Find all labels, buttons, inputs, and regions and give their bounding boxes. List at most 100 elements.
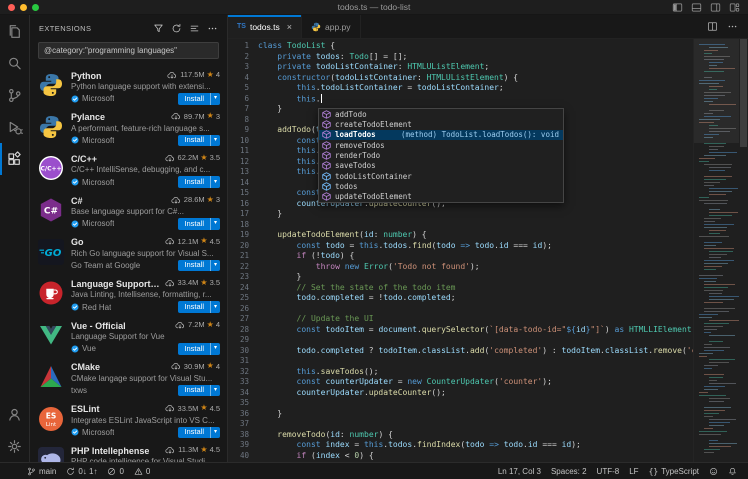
extension-list-item[interactable]: C#C#28.6M★3Base language support for C#.… — [30, 190, 227, 232]
install-button-label[interactable]: Install — [178, 135, 210, 147]
status-indentation[interactable]: Spaces: 2 — [546, 467, 592, 476]
more-actions-icon[interactable] — [727, 21, 738, 32]
code-line[interactable]: 6 this. — [228, 94, 693, 105]
extensions-search-input[interactable] — [38, 42, 219, 59]
code-line[interactable]: 32 this.saveTodos(); — [228, 367, 693, 378]
install-button[interactable]: Install▾ — [178, 385, 220, 397]
tab-todos-ts[interactable]: TStodos.ts× — [228, 15, 302, 38]
status-warnings[interactable]: 0 — [129, 467, 155, 476]
activity-bar-item-search[interactable] — [0, 47, 29, 79]
code-line[interactable]: 33 const counterUpdater = new CounterUpd… — [228, 377, 693, 388]
install-button-label[interactable]: Install — [178, 427, 210, 439]
suggestion-item[interactable]: updateTodoElement — [319, 192, 563, 202]
install-button[interactable]: Install▾ — [178, 260, 220, 272]
close-window-button[interactable] — [8, 4, 15, 11]
scrollbar-thumb[interactable] — [740, 39, 747, 147]
code-line[interactable]: 24 // Set the state of the todo item — [228, 283, 693, 294]
status-branch[interactable]: main — [22, 467, 61, 476]
activity-bar-item-accounts[interactable] — [0, 398, 29, 430]
code-line[interactable]: 1class TodoList { — [228, 41, 693, 52]
status-cursor-position[interactable]: Ln 17, Col 3 — [493, 467, 546, 476]
refresh-icon[interactable] — [171, 23, 182, 34]
code-line[interactable]: 37 — [228, 419, 693, 430]
zoom-window-button[interactable] — [32, 4, 39, 11]
status-notifications[interactable] — [723, 467, 742, 476]
install-dropdown-chevron-icon[interactable]: ▾ — [210, 135, 220, 147]
code-editor[interactable]: 1class TodoList {2 private todos: Todo[]… — [228, 39, 693, 462]
extension-list-item[interactable]: ESLintESLint33.5M★4.5Integrates ESLint J… — [30, 399, 227, 441]
more-actions-icon[interactable] — [207, 23, 218, 34]
extension-list-item[interactable]: Language Support fo...33.4M★3.5Java Lint… — [30, 273, 227, 315]
suggestion-item[interactable]: loadTodos(method) TodoList.loadTodos(): … — [319, 130, 563, 140]
status-language[interactable]: {}TypeScript — [644, 467, 704, 476]
toggle-panel-icon[interactable] — [691, 2, 702, 13]
code-line[interactable]: 19 updateTodoElement(id: number) { — [228, 230, 693, 241]
install-dropdown-chevron-icon[interactable]: ▾ — [210, 93, 220, 105]
code-line[interactable]: 5 this.todoListContainer = todoListConta… — [228, 83, 693, 94]
code-line[interactable]: 34 counterUpdater.updateCounter(); — [228, 388, 693, 399]
code-line[interactable]: 26 — [228, 304, 693, 315]
code-line[interactable]: 2 private todos: Todo[] = []; — [228, 52, 693, 63]
extension-list-item[interactable]: CMake30.9M★4CMake langage support for Vi… — [30, 357, 227, 399]
minimize-window-button[interactable] — [20, 4, 27, 11]
install-button[interactable]: Install▾ — [178, 343, 220, 355]
minimap[interactable] — [693, 39, 739, 462]
code-line[interactable]: 17 } — [228, 209, 693, 220]
install-button[interactable]: Install▾ — [178, 427, 220, 439]
toggle-primary-sidebar-icon[interactable] — [672, 2, 683, 13]
extension-list-item[interactable]: C/C++C/C++62.2M★3.5C/C++ IntelliSense, d… — [30, 148, 227, 190]
clear-search-icon[interactable] — [189, 23, 200, 34]
code-line[interactable]: 25 todo.completed = !todo.completed; — [228, 293, 693, 304]
install-button[interactable]: Install▾ — [178, 218, 220, 230]
extension-list-item[interactable]: Vue - Official7.2M★4Language Support for… — [30, 315, 227, 357]
status-eol[interactable]: LF — [624, 467, 643, 476]
code-line[interactable]: 20 const todo = this.todos.find(todo => … — [228, 241, 693, 252]
suggestion-item[interactable]: todos — [319, 181, 563, 191]
code-line[interactable]: 29 — [228, 335, 693, 346]
code-line[interactable]: 30 todo.completed ? todoItem.classList.a… — [228, 346, 693, 357]
code-line[interactable]: 4 constructor(todoListContainer: HTMLULi… — [228, 73, 693, 84]
code-line[interactable]: 35 — [228, 398, 693, 409]
editor-scrollbar[interactable] — [739, 39, 748, 462]
install-dropdown-chevron-icon[interactable]: ▾ — [210, 218, 220, 230]
code-line[interactable]: 23 } — [228, 272, 693, 283]
activity-bar-item-explorer[interactable] — [0, 15, 29, 47]
extension-list-item[interactable]: Python117.5M★4Python language support wi… — [30, 65, 227, 107]
install-button-label[interactable]: Install — [178, 301, 210, 313]
install-dropdown-chevron-icon[interactable]: ▾ — [210, 385, 220, 397]
code-line[interactable]: 36 } — [228, 409, 693, 420]
install-dropdown-chevron-icon[interactable]: ▾ — [210, 260, 220, 272]
extension-list-item[interactable]: Pylance89.7M★3A performant, feature-rich… — [30, 107, 227, 149]
code-line[interactable]: 39 const index = this.todos.findIndex(to… — [228, 440, 693, 451]
code-line[interactable]: 18 — [228, 220, 693, 231]
filter-icon[interactable] — [153, 23, 164, 34]
code-line[interactable]: 22 throw new Error('Todo not found'); — [228, 262, 693, 273]
suggestion-item[interactable]: removeTodos — [319, 140, 563, 150]
install-button[interactable]: Install▾ — [178, 93, 220, 105]
code-line[interactable]: 31 — [228, 356, 693, 367]
install-button[interactable]: Install▾ — [178, 176, 220, 188]
install-button-label[interactable]: Install — [178, 218, 210, 230]
install-button[interactable]: Install▾ — [178, 135, 220, 147]
activity-bar-item-settings[interactable] — [0, 430, 29, 462]
extension-list-item[interactable]: GOGo12.1M★4.5Rich Go language support fo… — [30, 232, 227, 274]
split-editor-icon[interactable] — [707, 21, 718, 32]
code-line[interactable]: 40 if (index < 0) { — [228, 451, 693, 462]
activity-bar-item-source-control[interactable] — [0, 79, 29, 111]
code-line[interactable]: 27 // Update the UI — [228, 314, 693, 325]
install-dropdown-chevron-icon[interactable]: ▾ — [210, 427, 220, 439]
install-button-label[interactable]: Install — [178, 260, 210, 272]
suggestion-item[interactable]: renderTodo — [319, 150, 563, 160]
install-dropdown-chevron-icon[interactable]: ▾ — [210, 301, 220, 313]
activity-bar-item-run-debug[interactable] — [0, 111, 29, 143]
suggestion-item[interactable]: saveTodos — [319, 161, 563, 171]
install-button-label[interactable]: Install — [178, 385, 210, 397]
suggestion-item[interactable]: addTodo — [319, 109, 563, 119]
status-sync[interactable]: 0↓ 1↑ — [61, 467, 102, 476]
customize-layout-icon[interactable] — [729, 2, 740, 13]
install-dropdown-chevron-icon[interactable]: ▾ — [210, 343, 220, 355]
install-dropdown-chevron-icon[interactable]: ▾ — [210, 176, 220, 188]
status-errors[interactable]: 0 — [102, 467, 128, 476]
tab-app-py[interactable]: app.py — [302, 15, 361, 38]
activity-bar-item-extensions[interactable] — [0, 143, 29, 175]
